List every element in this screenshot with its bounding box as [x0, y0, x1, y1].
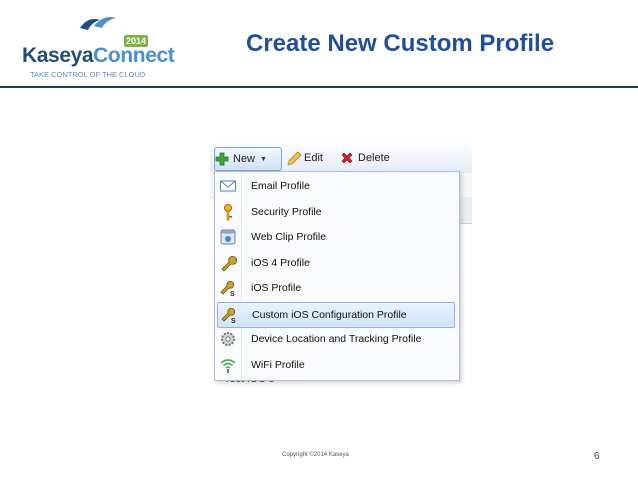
- wrench-icon: [219, 254, 238, 272]
- delete-button-label: Delete: [358, 152, 390, 164]
- gear-icon: [219, 330, 237, 348]
- menu-item-label: Custom iOS Configuration Profile: [252, 308, 407, 321]
- menu-item-ios4-profile[interactable]: iOS 4 Profile: [217, 251, 455, 275]
- chevron-down-icon: ▼: [260, 155, 267, 163]
- copyright-text: Copyright ©2014 Kaseya: [282, 452, 349, 458]
- menu-item-email-profile[interactable]: Email Profile: [217, 174, 455, 198]
- logo-birds-icon: [80, 17, 116, 30]
- new-profile-dropdown-menu: Email Profile Security Profile Web Clip …: [214, 171, 460, 381]
- menu-item-label: iOS 4 Profile: [251, 256, 310, 269]
- new-button[interactable]: New ▼: [214, 147, 282, 171]
- edit-button-label: Edit: [304, 152, 323, 164]
- wrench-s-icon: S: [220, 306, 238, 325]
- delete-button[interactable]: Delete: [340, 147, 390, 169]
- envelope-icon: [219, 177, 237, 195]
- delete-x-icon: [340, 151, 354, 165]
- new-button-label: New: [233, 153, 256, 165]
- menu-item-label: Web Clip Profile: [251, 231, 327, 243]
- page-title: Create New Custom Profile: [246, 30, 555, 57]
- page-number: 6: [594, 451, 600, 462]
- menu-item-device-location-tracking-profile[interactable]: Device Location and Tracking Profile: [217, 327, 455, 351]
- menu-item-security-profile[interactable]: Security Profile: [217, 200, 455, 224]
- menu-item-ios-profile[interactable]: S iOS Profile: [217, 276, 455, 300]
- web-clip-icon: [219, 228, 237, 246]
- menu-item-label: WiFi Profile: [251, 358, 305, 371]
- plus-icon: [215, 152, 229, 166]
- wifi-icon: [219, 356, 237, 374]
- menu-item-label: Email Profile: [251, 180, 310, 192]
- logo-wordmark: KaseyaConnect: [22, 44, 175, 67]
- toolbar: New ▼ Edit Delete: [210, 143, 472, 174]
- logo-tagline: TAKE CONTROL OF THE CLOUD: [30, 70, 146, 79]
- menu-item-custom-ios-configuration-profile[interactable]: S Custom iOS Configuration Profile: [217, 301, 455, 328]
- menu-item-label: iOS Profile: [251, 282, 302, 294]
- grid-column-header: [458, 197, 472, 224]
- menu-item-wifi-profile[interactable]: WiFi Profile: [217, 353, 455, 377]
- menu-item-web-clip-profile[interactable]: Web Clip Profile: [217, 225, 455, 249]
- wrench-s-icon: S: [219, 279, 237, 298]
- kaseya-connect-logo: 2014 KaseyaConnect TAKE CONTROL OF THE C…: [22, 14, 182, 79]
- header-divider: [0, 86, 638, 88]
- edit-button[interactable]: Edit: [286, 147, 323, 169]
- key-icon: [219, 203, 237, 221]
- menu-item-label: Device Location and Tracking Profile: [251, 333, 422, 345]
- pencil-icon: [286, 151, 302, 166]
- menu-item-label: Security Profile: [251, 205, 322, 218]
- svg-text:S: S: [230, 291, 235, 297]
- svg-text:S: S: [231, 318, 236, 324]
- profile-screenshot: New ▼ Edit Delete Test iOS 5 Email Profi…: [210, 143, 472, 388]
